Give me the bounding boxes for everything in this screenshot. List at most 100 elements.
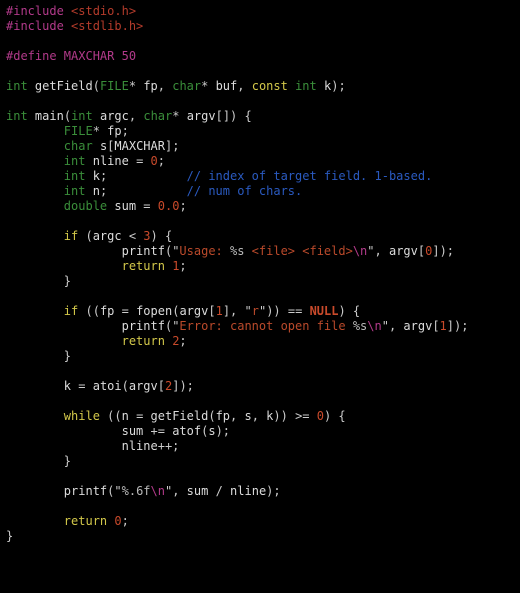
code-token <box>6 199 64 213</box>
code-token: ; <box>100 169 187 183</box>
code-line: return 1; <box>6 259 187 273</box>
code-line: #include <stdlib.h> <box>6 19 143 33</box>
code-token <box>28 79 35 93</box>
code-token: ; <box>122 514 129 528</box>
code-line: k = atoi(argv[2]); <box>6 379 194 393</box>
code-line: } <box>6 274 71 288</box>
code-token: fp <box>143 79 157 93</box>
code-line: printf("Usage: %s <file> <field>\n", arg… <box>6 244 454 258</box>
code-token: printf <box>64 484 107 498</box>
code-token: = <box>114 304 136 318</box>
code-token: ) { <box>324 409 346 423</box>
code-token: sum <box>114 199 136 213</box>
code-token <box>6 259 122 273</box>
code-token: 0 <box>151 154 158 168</box>
code-token <box>6 244 122 258</box>
code-token: nline <box>122 439 158 453</box>
code-token <box>6 334 122 348</box>
code-token: ; <box>179 199 186 213</box>
code-token: * <box>172 109 186 123</box>
code-token: \n <box>367 319 381 333</box>
code-token <box>6 124 64 138</box>
code-token: if <box>64 304 78 318</box>
code-token: printf <box>122 244 165 258</box>
code-token: ]; <box>165 139 179 153</box>
code-token: // index of target field. 1-based. <box>187 169 433 183</box>
code-token: [ <box>158 379 165 393</box>
code-token: = <box>129 409 151 423</box>
code-token: FILE <box>64 124 93 138</box>
code-line: char s[MAXCHAR]; <box>6 139 179 153</box>
code-token: nline <box>230 484 266 498</box>
code-line: int k; // index of target field. 1-based… <box>6 169 432 183</box>
code-token: atoi <box>93 379 122 393</box>
code-token: char <box>143 109 172 123</box>
code-token: " <box>114 484 121 498</box>
code-token: #include <box>6 4 71 18</box>
code-token: s <box>208 424 215 438</box>
code-token: argc <box>93 229 122 243</box>
code-token: = <box>71 379 93 393</box>
code-token <box>6 139 64 153</box>
code-token <box>317 79 324 93</box>
code-token: ) { <box>151 229 173 243</box>
code-token: argc <box>100 109 129 123</box>
code-token: , <box>389 319 403 333</box>
code-token: #define MAXCHAR 50 <box>6 49 136 63</box>
code-line: int nline = 0; <box>6 154 165 168</box>
code-token: 3 <box>143 229 150 243</box>
code-token: )) >= <box>273 409 316 423</box>
code-token: while <box>64 409 100 423</box>
code-token: int <box>64 169 86 183</box>
code-token <box>6 514 64 528</box>
code-token: return <box>122 334 165 348</box>
code-token: 0 <box>114 514 121 528</box>
code-token: %s <box>230 244 244 258</box>
code-line: int n; // num of chars. <box>6 184 302 198</box>
code-token: 0 <box>317 409 324 423</box>
code-token: * <box>201 79 215 93</box>
code-token: } <box>6 529 13 543</box>
code-token <box>93 109 100 123</box>
code-token: <file> <field> <box>244 244 352 258</box>
code-token: Usage: <box>179 244 230 258</box>
code-token: ; <box>158 154 165 168</box>
code-token: (( <box>78 304 100 318</box>
code-token <box>6 304 64 318</box>
code-token: ]); <box>432 244 454 258</box>
code-line: } <box>6 529 13 543</box>
code-token: %s <box>353 319 367 333</box>
code-token: * <box>129 79 143 93</box>
code-token <box>6 184 64 198</box>
code-token: if <box>64 229 78 243</box>
code-token: (( <box>100 409 122 423</box>
code-line: double sum = 0.0; <box>6 199 187 213</box>
code-token <box>6 379 64 393</box>
code-token: ( <box>78 229 92 243</box>
code-line: #include <stdio.h> <box>6 4 136 18</box>
code-token: []) { <box>216 109 252 123</box>
code-token: = <box>136 199 158 213</box>
code-token: return <box>64 514 107 528</box>
code-token: r <box>252 304 259 318</box>
code-token: fopen <box>136 304 172 318</box>
code-token: , <box>230 409 244 423</box>
code-line: return 0; <box>6 514 129 528</box>
code-token: , <box>252 409 266 423</box>
code-token: } <box>6 274 71 288</box>
code-token: [ <box>208 304 215 318</box>
code-line: int getField(FILE* fp, char* buf, const … <box>6 79 346 93</box>
code-line: } <box>6 349 71 363</box>
code-token: printf <box>122 319 165 333</box>
code-token: FILE <box>100 79 129 93</box>
code-token <box>6 424 122 438</box>
code-token: \n <box>151 484 165 498</box>
code-token: ]); <box>172 379 194 393</box>
code-token: return <box>122 259 165 273</box>
code-token: " <box>382 319 389 333</box>
code-line: FILE* fp; <box>6 124 129 138</box>
code-token: " <box>245 304 252 318</box>
code-token: s <box>244 409 251 423</box>
code-token: int <box>6 109 28 123</box>
code-token <box>6 319 122 333</box>
